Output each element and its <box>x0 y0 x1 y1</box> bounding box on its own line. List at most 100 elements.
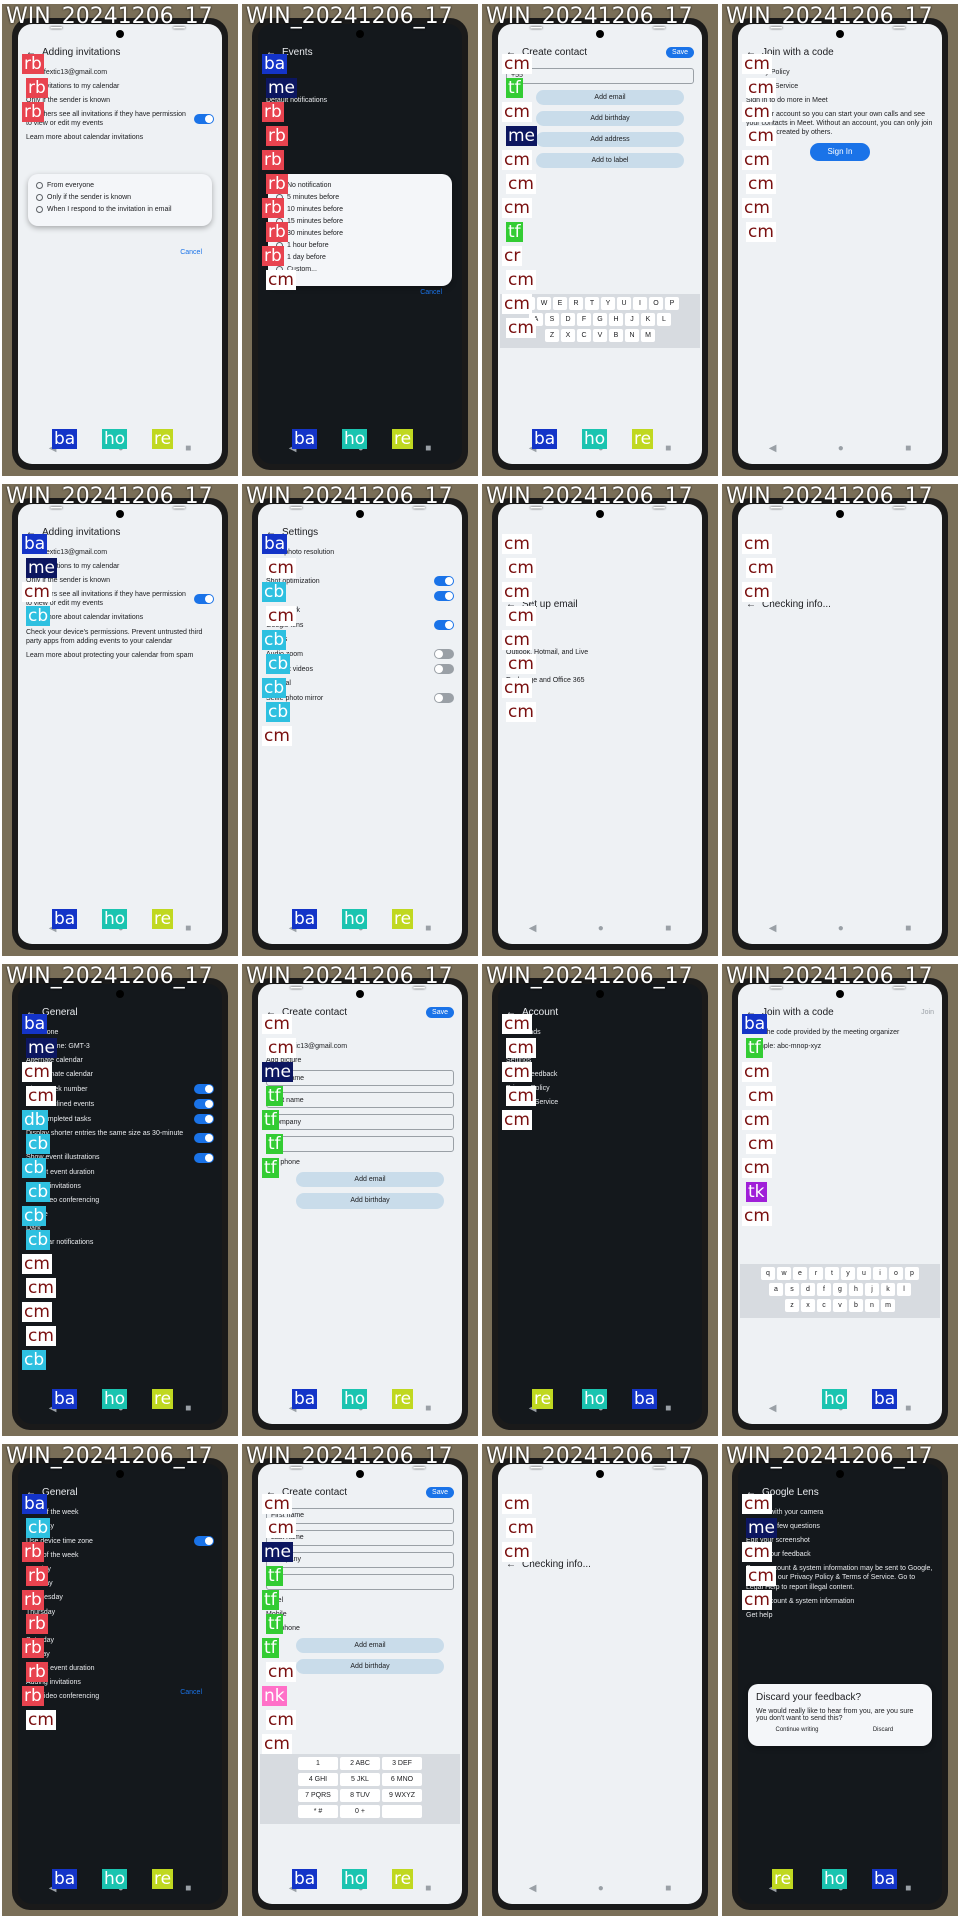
list-row[interactable]: Selfie photo mirror <box>266 693 454 704</box>
list-row[interactable]: Time zone <box>26 1028 214 1037</box>
key[interactable]: X <box>561 329 575 342</box>
list-row[interactable]: Your Account & system information <box>746 1597 934 1606</box>
radio-button[interactable] <box>36 182 43 189</box>
key[interactable]: j <box>865 1283 879 1296</box>
list-row[interactable]: Label <box>266 1596 454 1605</box>
toggle-switch[interactable] <box>194 594 214 605</box>
nav-back-icon[interactable]: ◀ <box>529 923 537 934</box>
nav-recent-icon[interactable]: ■ <box>185 443 191 454</box>
list-row[interactable]: cinselfextic13@gmail.com <box>26 548 214 557</box>
key[interactable]: y <box>841 1267 855 1280</box>
list-row[interactable]: Theme <box>26 1210 214 1219</box>
text-field[interactable]: Company <box>266 1114 454 1131</box>
nav-recent-icon[interactable]: ■ <box>905 923 911 934</box>
key[interactable]: s <box>785 1283 799 1296</box>
key[interactable]: W <box>537 297 551 310</box>
list-row[interactable]: Dim completed tasks <box>26 1114 214 1125</box>
toggle-switch[interactable] <box>434 591 454 602</box>
list-row[interactable]: Add video conferencing <box>26 1196 214 1205</box>
key[interactable]: n <box>865 1299 879 1312</box>
nav-back-icon[interactable]: ◀ <box>769 923 777 934</box>
list-row[interactable]: Efficient videos <box>266 664 454 675</box>
nav-recent-icon[interactable]: ■ <box>185 1403 191 1414</box>
list-row[interactable]: Use device time zone <box>26 1536 214 1547</box>
key[interactable]: r <box>809 1267 823 1280</box>
list-row[interactable]: Saturday <box>26 1522 214 1531</box>
key[interactable]: l <box>897 1283 911 1296</box>
key[interactable]: I <box>633 297 647 310</box>
sign-in-button[interactable]: Sign In <box>810 142 870 161</box>
list-row[interactable]: Example: abc-mnop-xyz <box>746 1042 934 1051</box>
list-row[interactable]: Save to <box>266 1028 454 1037</box>
list-row[interactable]: Search with your camera <box>746 1508 934 1517</box>
list-row[interactable]: HDR <box>266 591 454 602</box>
nav-home-icon[interactable]: ● <box>838 443 844 454</box>
dialog-option[interactable]: 10 minutes before <box>276 206 444 213</box>
list-row[interactable]: No alternate calendar <box>26 1070 214 1079</box>
dialog-option[interactable]: 1 hour before <box>276 242 444 249</box>
dialog-option[interactable]: Only if the sender is known <box>36 194 204 201</box>
key[interactable]: 1 <box>298 1757 338 1770</box>
key[interactable]: p <box>905 1267 919 1280</box>
key[interactable]: F <box>577 313 591 326</box>
key[interactable]: 8 TUV <box>340 1789 380 1802</box>
nav-back-icon[interactable]: ◀ <box>769 443 777 454</box>
list-row[interactable]: Adding invitations <box>26 1182 214 1191</box>
nav-recent-icon[interactable]: ■ <box>425 1883 431 1894</box>
join-button[interactable]: Join <box>921 1009 934 1016</box>
key[interactable]: E <box>553 297 567 310</box>
toggle-switch[interactable] <box>194 1536 214 1547</box>
toggle-switch[interactable] <box>194 1114 214 1125</box>
list-row[interactable]: Privacy Policy <box>746 68 934 77</box>
key[interactable]: G <box>593 313 607 326</box>
dialog-button[interactable]: Discard <box>842 1727 924 1733</box>
nav-recent-icon[interactable]: ■ <box>665 1883 671 1894</box>
list-row[interactable]: Videos <box>266 635 454 644</box>
list-row[interactable]: Audio zoom <box>266 649 454 660</box>
key[interactable]: L <box>657 313 671 326</box>
list-row[interactable]: Monday <box>26 1565 214 1574</box>
key[interactable]: 4 GHI <box>298 1773 338 1786</box>
dialog-option[interactable]: 1 day before <box>276 254 444 261</box>
key[interactable]: 6 MNO <box>382 1773 422 1786</box>
key[interactable]: O <box>649 297 663 310</box>
toggle-switch[interactable] <box>434 649 454 660</box>
key[interactable]: c <box>817 1299 831 1312</box>
key[interactable]: * # <box>298 1805 338 1818</box>
dialog-option[interactable]: 15 minutes before <box>276 218 444 225</box>
key[interactable]: e <box>793 1267 807 1280</box>
add-field-button[interactable]: Add email <box>536 90 684 106</box>
key[interactable]: u <box>857 1267 871 1280</box>
list-row[interactable]: Thursday <box>26 1608 214 1617</box>
dialog-option[interactable]: We would really like to hear from you, a… <box>756 1708 924 1722</box>
list-row[interactable]: Add phone <box>266 1158 454 1167</box>
nav-recent-icon[interactable]: ■ <box>185 1883 191 1894</box>
toggle-switch[interactable] <box>434 576 454 587</box>
key[interactable]: C <box>577 329 591 342</box>
list-row[interactable]: cinselfextic13@gmail.com <box>26 68 214 77</box>
key[interactable]: D <box>561 313 575 326</box>
key[interactable]: q <box>761 1267 775 1280</box>
nav-back-icon[interactable]: ◀ <box>529 1883 537 1894</box>
dialog-option[interactable]: 30 minutes before <box>276 230 444 237</box>
key[interactable]: K <box>641 313 655 326</box>
key[interactable]: x <box>801 1299 815 1312</box>
dialog-option[interactable]: Custom... <box>276 266 444 273</box>
key[interactable]: V <box>593 329 607 342</box>
save-button[interactable]: Save <box>666 46 694 58</box>
list-row[interactable]: Wednesday <box>26 1593 214 1602</box>
nav-recent-icon[interactable]: ■ <box>905 1883 911 1894</box>
list-row[interactable]: Front photo resolution <box>266 548 454 557</box>
numeric-keypad[interactable]: 12 ABC 3 DEF 4 GHI 5 JKL 6 MNO 7 PQRS 8 TUV 9 W… <box>260 1754 460 1824</box>
key[interactable]: 9 WXYZ <box>382 1789 422 1802</box>
nav-recent-icon[interactable]: ■ <box>185 923 191 934</box>
toggle-switch[interactable] <box>194 114 214 125</box>
list-row[interactable]: Help & feedback <box>506 1070 694 1079</box>
nav-recent-icon[interactable]: ■ <box>425 923 431 934</box>
cancel-button[interactable]: Cancel <box>180 249 202 256</box>
list-row[interactable]: Sunday <box>26 1650 214 1659</box>
key[interactable]: S <box>545 313 559 326</box>
toggle-switch[interactable] <box>194 1133 214 1144</box>
key[interactable]: d <box>801 1283 815 1296</box>
list-row[interactable]: Enter the code provided by the meeting o… <box>746 1028 934 1037</box>
